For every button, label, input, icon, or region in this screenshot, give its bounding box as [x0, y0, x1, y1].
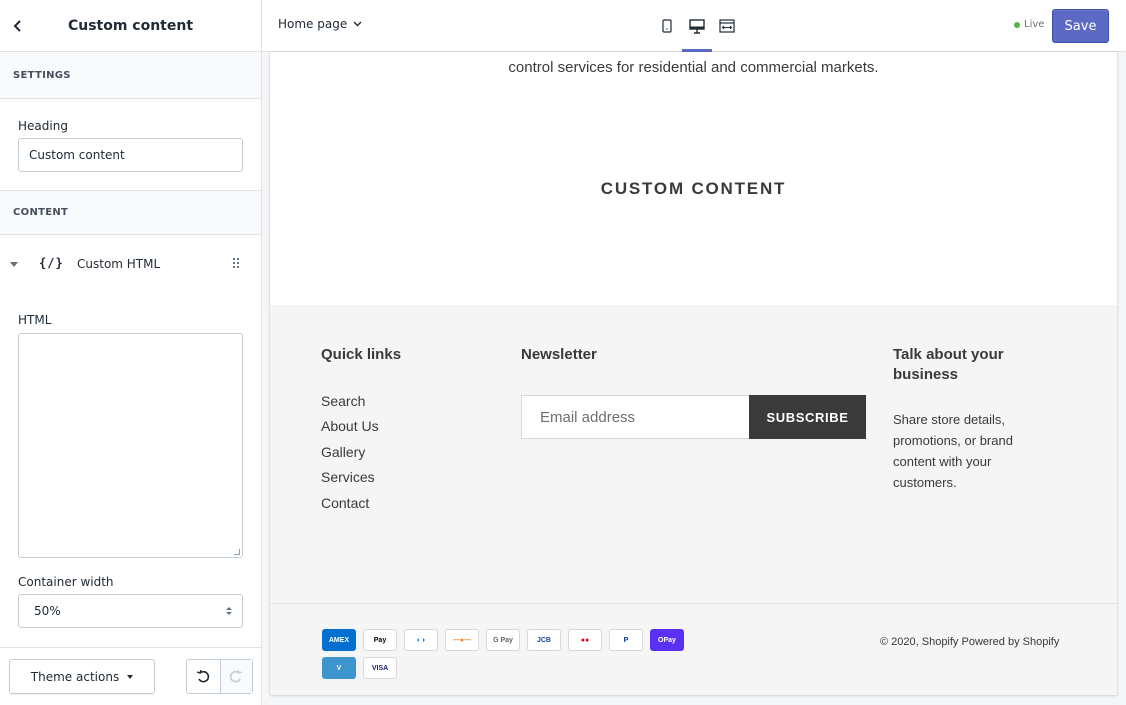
block-custom-html[interactable]: {/} Custom HTML	[0, 235, 261, 295]
fullwidth-view-button[interactable]	[712, 0, 742, 52]
subscribe-button[interactable]: SUBSCRIBE	[749, 395, 866, 439]
talk-title: Talk about your business	[893, 346, 1004, 383]
venmo-icon: V	[322, 657, 356, 679]
sidebar-title: Custom content	[67, 17, 194, 34]
live-status: Live	[1014, 19, 1044, 30]
sidebar-header: Custom content	[0, 0, 261, 52]
heading-input[interactable]: Custom content	[18, 138, 243, 172]
device-switcher	[652, 0, 742, 52]
footer-link-about[interactable]: About Us	[321, 418, 379, 434]
footer-link-services[interactable]: Services	[321, 469, 375, 485]
back-button[interactable]	[0, 0, 36, 52]
top-bar: Home page Live Save	[262, 0, 1126, 52]
custom-content-heading: CUSTOM CONTENT	[600, 179, 787, 198]
save-button[interactable]: Save	[1052, 9, 1109, 43]
newsletter-title: Newsletter	[521, 346, 597, 363]
footer-link-gallery[interactable]: Gallery	[321, 444, 365, 460]
sidebar-footer: Theme actions	[0, 647, 261, 705]
redo-icon	[230, 669, 243, 682]
theme-actions-button[interactable]: Theme actions	[9, 659, 155, 694]
code-icon: {/}	[39, 256, 64, 270]
redo-button[interactable]	[219, 660, 252, 693]
footer-link-contact[interactable]: Contact	[321, 495, 369, 511]
footer-divider	[270, 603, 1117, 604]
quick-links-title: Quick links	[321, 346, 402, 363]
mobile-view-button[interactable]	[652, 0, 682, 52]
apple-pay-icon: Pay	[363, 629, 397, 651]
google-pay-icon: G Pay	[486, 629, 520, 651]
chevron-left-icon	[13, 19, 21, 32]
select-arrows-icon	[226, 607, 232, 615]
mobile-icon	[662, 19, 672, 33]
html-textarea[interactable]	[18, 333, 243, 558]
html-field: HTML	[0, 295, 261, 558]
copyright: © 2020, Shopify Powered by Shopify	[880, 636, 1059, 648]
paypal-icon: P	[609, 629, 643, 651]
html-label: HTML	[18, 313, 52, 327]
settings-section-label: SETTINGS	[0, 52, 261, 99]
caret-down-icon[interactable]	[10, 262, 18, 267]
container-width-select[interactable]: 50%	[18, 594, 243, 628]
desktop-view-button[interactable]	[682, 0, 712, 52]
footer-link-search[interactable]: Search	[321, 393, 365, 409]
caret-down-icon	[127, 674, 134, 679]
copyright-text: © 2020, Shopify	[880, 636, 959, 648]
payment-icons: AMEX Pay ◐◑ —●— G Pay JCB ●● P OPay V VISA	[322, 629, 692, 679]
preview-intro-text: control services for residential and com…	[508, 59, 879, 76]
drag-handle-icon[interactable]	[233, 258, 239, 268]
container-width-value: 50%	[34, 604, 61, 618]
store-footer: Quick links Search About Us Gallery Serv…	[270, 305, 1117, 695]
page-select[interactable]: Home page	[278, 17, 362, 31]
undo-icon	[197, 669, 210, 682]
block-name: Custom HTML	[77, 257, 161, 271]
fullwidth-icon	[719, 19, 735, 33]
heading-field: Heading Custom content	[0, 99, 261, 191]
page-select-label: Home page	[278, 17, 348, 31]
container-width-field: Container width 50%	[0, 558, 261, 628]
diners-club-icon: ◐◑	[404, 629, 438, 651]
undo-button[interactable]	[187, 660, 220, 693]
american-express-icon: AMEX	[322, 629, 356, 651]
chevron-down-icon	[353, 21, 362, 27]
heading-label: Heading	[18, 119, 68, 133]
shop-pay-icon: OPay	[650, 629, 684, 651]
content-section-label: CONTENT	[0, 191, 261, 235]
container-width-label: Container width	[18, 575, 114, 589]
discover-icon: —●—	[445, 629, 479, 651]
storefront-preview: control services for residential and com…	[270, 52, 1117, 695]
desktop-icon	[689, 18, 705, 34]
visa-icon: VISA	[363, 657, 397, 679]
undo-redo-group	[186, 659, 253, 694]
talk-text: Share store details, promotions, or bran…	[893, 412, 1013, 490]
powered-by-link[interactable]: Powered by Shopify	[962, 636, 1060, 648]
mastercard-icon: ●●	[568, 629, 602, 651]
theme-actions-label: Theme actions	[30, 669, 120, 684]
newsletter-email-input[interactable]: Email address	[521, 395, 750, 439]
editor-sidebar: Custom content SETTINGS Heading Custom c…	[0, 0, 262, 705]
jcb-icon: JCB	[527, 629, 561, 651]
resize-grip-icon[interactable]	[234, 549, 240, 555]
live-label: Live	[1024, 19, 1045, 30]
live-dot-icon	[1014, 21, 1020, 28]
